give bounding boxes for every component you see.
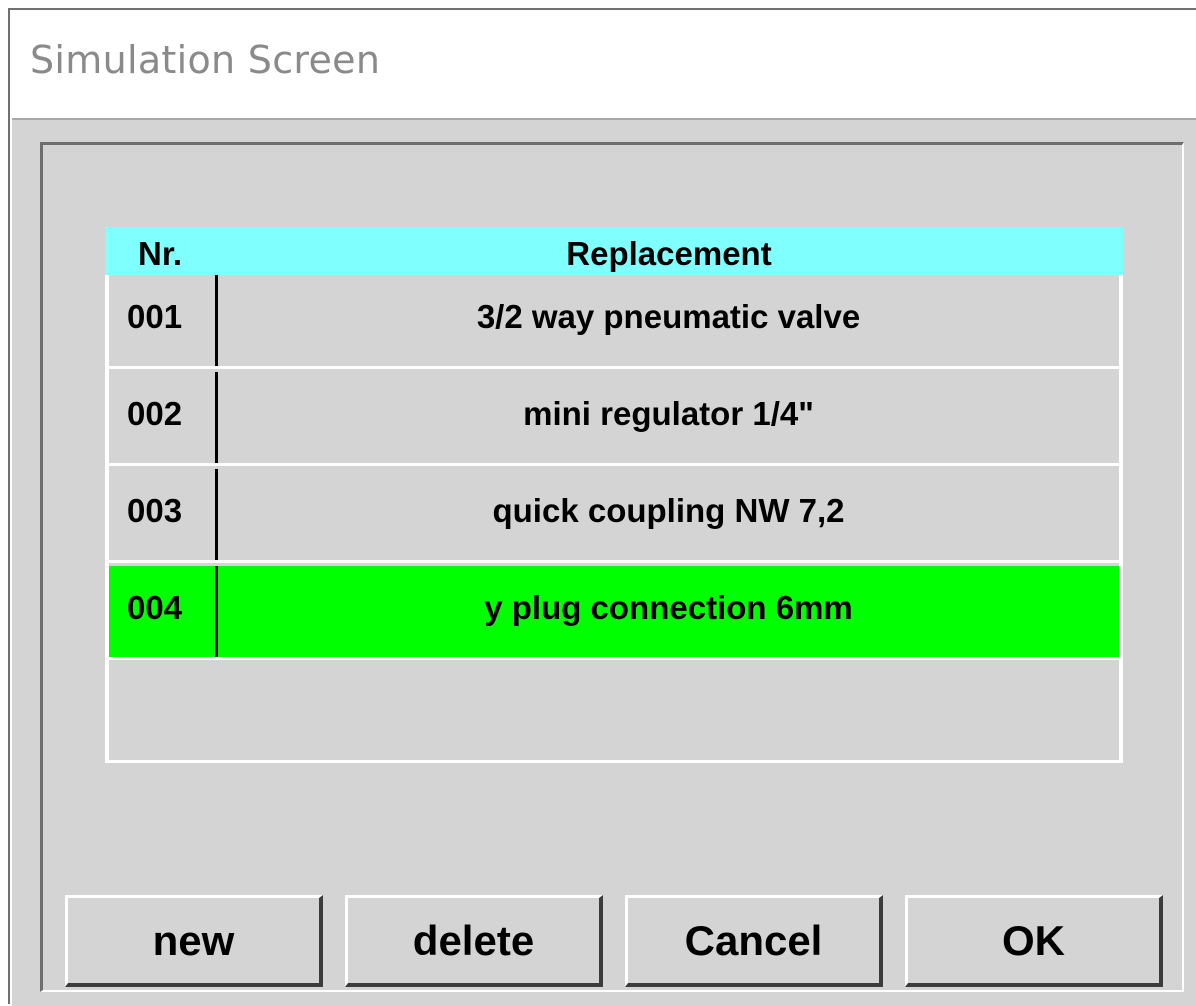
- table-row-selected[interactable]: 004 y plug connection 6mm: [109, 566, 1119, 660]
- cell-nr: 001: [127, 298, 183, 335]
- delete-button[interactable]: delete: [345, 895, 603, 987]
- cell-nr: 002: [127, 395, 183, 432]
- simulation-screen-window: Simulation Screen Nr. Replacement 001 3/…: [8, 8, 1196, 1006]
- window-title: Simulation Screen: [30, 38, 381, 82]
- cell-nr: 003: [127, 492, 183, 529]
- table-body: 001 3/2 way pneumatic valve 002 mini reg…: [105, 275, 1123, 763]
- cell-nr: 004: [127, 589, 183, 626]
- new-button[interactable]: new: [65, 895, 323, 987]
- column-header-nr[interactable]: Nr.: [105, 227, 215, 275]
- column-header-replacement[interactable]: Replacement: [215, 227, 1123, 275]
- table-row[interactable]: 001 3/2 way pneumatic valve: [109, 275, 1119, 369]
- title-bar[interactable]: Simulation Screen: [10, 10, 1196, 114]
- cell-replacement: 3/2 way pneumatic valve: [476, 298, 861, 335]
- table-row[interactable]: 003 quick coupling NW 7,2: [109, 469, 1119, 563]
- inner-frame: Nr. Replacement 001 3/2 way pneumatic va…: [40, 142, 1184, 992]
- ok-button[interactable]: OK: [905, 895, 1163, 987]
- dialog-client-area: Nr. Replacement 001 3/2 way pneumatic va…: [12, 118, 1196, 1006]
- cell-replacement: mini regulator 1/4": [523, 395, 814, 432]
- table-row[interactable]: 002 mini regulator 1/4": [109, 372, 1119, 466]
- table-header: Nr. Replacement: [105, 227, 1123, 275]
- cell-replacement: quick coupling NW 7,2: [492, 492, 845, 529]
- table-row-empty[interactable]: [109, 663, 1119, 757]
- cell-replacement: y plug connection 6mm: [484, 589, 853, 626]
- cancel-button[interactable]: Cancel: [625, 895, 883, 987]
- replacement-table: Nr. Replacement 001 3/2 way pneumatic va…: [105, 227, 1123, 763]
